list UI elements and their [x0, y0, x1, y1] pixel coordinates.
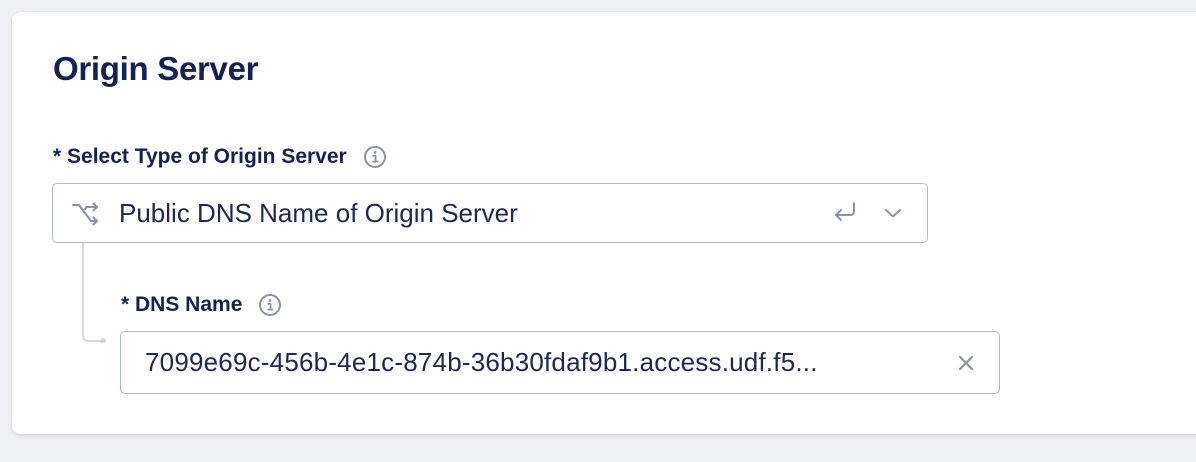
- split-arrows-icon: [69, 197, 101, 229]
- dns-name-value[interactable]: 7099e69c-456b-4e1c-874b-36b30fdaf9b1.acc…: [145, 347, 937, 378]
- origin-type-selected-value: Public DNS Name of Origin Server: [119, 197, 518, 228]
- origin-server-card: Origin Server * Select Type of Origin Se…: [12, 12, 1196, 434]
- chevron-down-icon[interactable]: [877, 197, 909, 229]
- dns-name-label: * DNS Name: [121, 292, 282, 318]
- origin-type-select[interactable]: Public DNS Name of Origin Server: [52, 183, 928, 243]
- origin-type-label-text: * Select Type of Origin Server: [53, 145, 347, 168]
- tree-connector: [82, 243, 106, 343]
- return-arrow-icon[interactable]: [829, 197, 861, 229]
- info-icon[interactable]: [363, 145, 387, 169]
- dns-name-label-text: * DNS Name: [121, 293, 243, 316]
- origin-type-label: * Select Type of Origin Server: [53, 144, 387, 170]
- close-icon[interactable]: [951, 348, 981, 378]
- info-icon[interactable]: [258, 293, 282, 317]
- dns-name-input[interactable]: 7099e69c-456b-4e1c-874b-36b30fdaf9b1.acc…: [120, 331, 1000, 394]
- section-title: Origin Server: [53, 50, 259, 87]
